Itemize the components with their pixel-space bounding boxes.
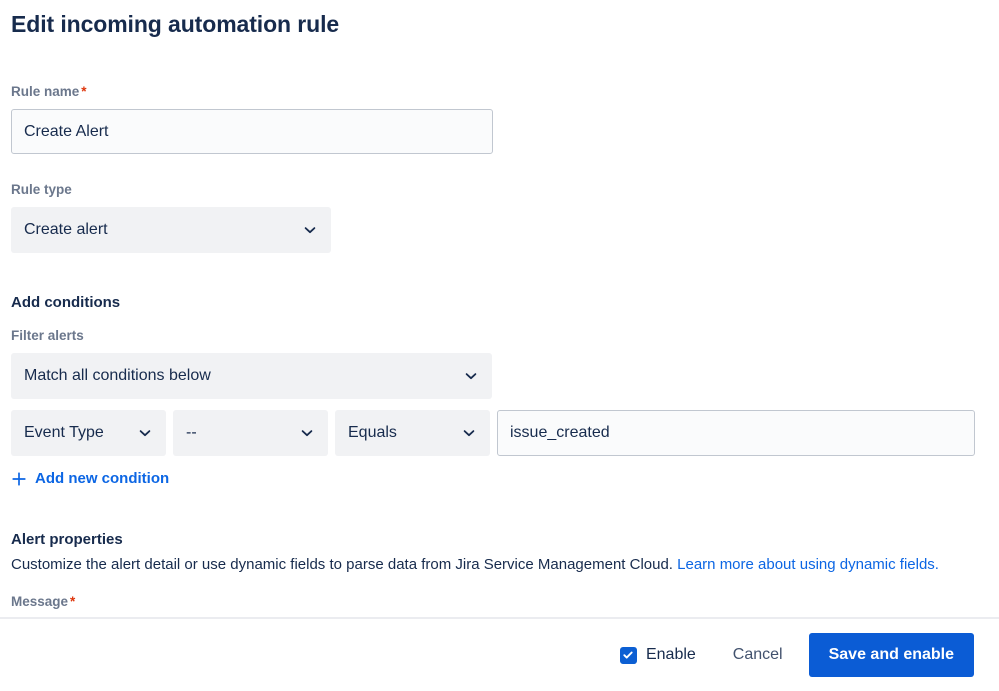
chevron-down-icon bbox=[137, 425, 153, 441]
alert-properties-description-text: Customize the alert detail or use dynami… bbox=[11, 555, 678, 573]
filter-alerts-select[interactable]: Match all conditions below bbox=[11, 353, 492, 399]
enable-label: Enable bbox=[645, 646, 696, 663]
chevron-down-icon bbox=[461, 425, 477, 441]
check-icon bbox=[623, 651, 634, 659]
chevron-down-icon bbox=[302, 222, 318, 238]
required-asterisk: * bbox=[70, 593, 76, 609]
cancel-button[interactable]: Cancel bbox=[723, 638, 793, 672]
condition-key-select[interactable]: -- bbox=[173, 410, 328, 456]
dynamic-fields-learn-more-link[interactable]: Learn more about using dynamic fields. bbox=[677, 556, 939, 573]
filter-alerts-label: Filter alerts bbox=[11, 328, 84, 343]
plus-icon bbox=[11, 471, 27, 487]
message-label: Message * bbox=[11, 594, 988, 610]
condition-field-value: Event Type bbox=[24, 424, 104, 441]
condition-key-value: -- bbox=[186, 424, 197, 441]
rule-type-label: Rule type bbox=[11, 182, 988, 198]
rule-type-value: Create alert bbox=[24, 221, 108, 238]
required-asterisk: * bbox=[81, 84, 87, 99]
save-and-enable-button[interactable]: Save and enable bbox=[808, 633, 974, 677]
condition-field-select[interactable]: Event Type bbox=[11, 410, 166, 456]
page-title: Edit incoming automation rule bbox=[11, 11, 340, 37]
filter-alerts-value: Match all conditions below bbox=[24, 367, 211, 384]
chevron-down-icon bbox=[299, 425, 315, 441]
edit-automation-rule-page: Edit incoming automation rule Rule name *… bbox=[0, 0, 999, 691]
rule-name-label: Rule name * bbox=[11, 84, 988, 100]
add-new-condition-label: Add new condition bbox=[35, 470, 170, 487]
chevron-down-icon bbox=[463, 368, 479, 384]
form-footer: Enable Cancel Save and enable bbox=[0, 617, 999, 691]
enable-checkbox-wrapper[interactable]: Enable bbox=[619, 646, 696, 664]
alert-properties-heading: Alert properties bbox=[11, 530, 123, 548]
form-scroll-area[interactable]: Edit incoming automation rule Rule name *… bbox=[0, 0, 999, 618]
rule-name-input[interactable] bbox=[11, 109, 493, 154]
rule-type-label-text: Rule type bbox=[11, 182, 72, 197]
message-label-text: Message bbox=[11, 593, 69, 609]
alert-properties-description: Customize the alert detail or use dynami… bbox=[11, 552, 951, 577]
condition-operator-select[interactable]: Equals bbox=[335, 410, 490, 456]
rule-name-label-text: Rule name bbox=[11, 84, 80, 99]
add-new-condition-button[interactable]: Add new condition bbox=[11, 470, 169, 487]
condition-value-input[interactable] bbox=[497, 410, 975, 456]
condition-operator-value: Equals bbox=[348, 424, 397, 441]
enable-checkbox[interactable] bbox=[619, 646, 637, 664]
rule-type-select[interactable]: Create alert bbox=[11, 207, 331, 253]
condition-row: Event Type -- Equals bbox=[11, 410, 988, 456]
add-conditions-heading: Add conditions bbox=[11, 294, 121, 311]
